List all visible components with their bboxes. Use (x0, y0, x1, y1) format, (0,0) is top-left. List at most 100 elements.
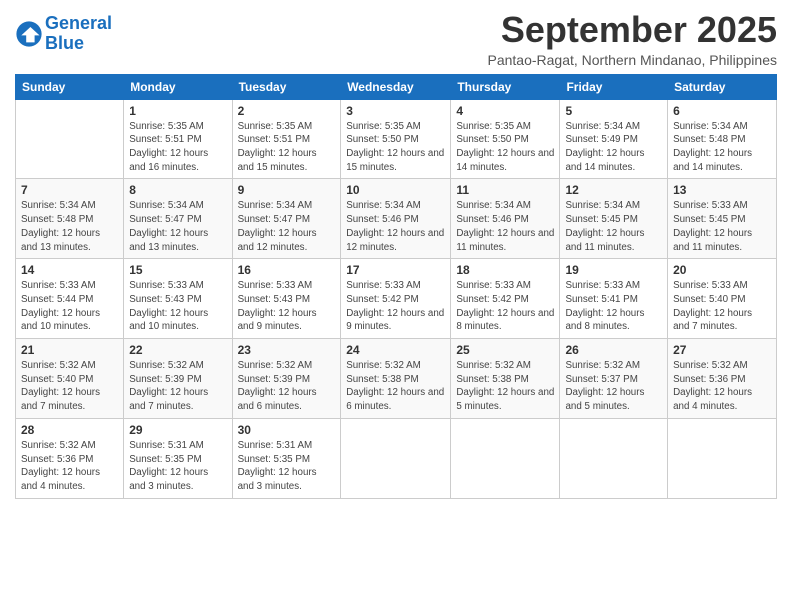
calendar-table: Sunday Monday Tuesday Wednesday Thursday… (15, 74, 777, 499)
daylight-text: Daylight: 12 hours and 15 minutes. (346, 148, 444, 173)
day-info: Sunrise: 5:32 AM Sunset: 5:40 PM Dayligh… (21, 359, 118, 414)
table-row (341, 418, 451, 498)
sunset-text: Sunset: 5:45 PM (673, 214, 745, 225)
day-number: 21 (21, 343, 118, 357)
daylight-text: Daylight: 12 hours and 4 minutes. (673, 387, 752, 412)
sunrise-text: Sunrise: 5:35 AM (346, 121, 421, 132)
day-number: 13 (673, 183, 771, 197)
logo-blue: Blue (45, 33, 84, 53)
table-row: 12 Sunrise: 5:34 AM Sunset: 5:45 PM Dayl… (560, 179, 668, 259)
day-number: 1 (129, 104, 226, 118)
day-info: Sunrise: 5:33 AM Sunset: 5:41 PM Dayligh… (565, 279, 662, 334)
sunset-text: Sunset: 5:42 PM (456, 294, 528, 305)
day-number: 26 (565, 343, 662, 357)
table-row: 7 Sunrise: 5:34 AM Sunset: 5:48 PM Dayli… (16, 179, 124, 259)
calendar-week-row: 1 Sunrise: 5:35 AM Sunset: 5:51 PM Dayli… (16, 99, 777, 179)
sunset-text: Sunset: 5:39 PM (238, 374, 310, 385)
day-info: Sunrise: 5:33 AM Sunset: 5:42 PM Dayligh… (346, 279, 445, 334)
day-number: 9 (238, 183, 336, 197)
sunrise-text: Sunrise: 5:32 AM (346, 360, 421, 371)
day-number: 2 (238, 104, 336, 118)
sunset-text: Sunset: 5:50 PM (346, 134, 418, 145)
day-info: Sunrise: 5:35 AM Sunset: 5:50 PM Dayligh… (346, 120, 445, 175)
sunrise-text: Sunrise: 5:34 AM (21, 200, 96, 211)
sunrise-text: Sunrise: 5:32 AM (565, 360, 640, 371)
sunrise-text: Sunrise: 5:32 AM (21, 440, 96, 451)
table-row: 20 Sunrise: 5:33 AM Sunset: 5:40 PM Dayl… (668, 259, 777, 339)
day-number: 29 (129, 423, 226, 437)
day-info: Sunrise: 5:32 AM Sunset: 5:36 PM Dayligh… (21, 439, 118, 494)
logo: General Blue (15, 14, 112, 54)
day-info: Sunrise: 5:32 AM Sunset: 5:38 PM Dayligh… (346, 359, 445, 414)
daylight-text: Daylight: 12 hours and 16 minutes. (129, 148, 208, 173)
header-saturday: Saturday (668, 74, 777, 99)
sunrise-text: Sunrise: 5:32 AM (238, 360, 313, 371)
table-row: 11 Sunrise: 5:34 AM Sunset: 5:46 PM Dayl… (451, 179, 560, 259)
calendar-week-row: 21 Sunrise: 5:32 AM Sunset: 5:40 PM Dayl… (16, 339, 777, 419)
sunrise-text: Sunrise: 5:32 AM (673, 360, 748, 371)
day-number: 11 (456, 183, 554, 197)
sunset-text: Sunset: 5:42 PM (346, 294, 418, 305)
table-row: 14 Sunrise: 5:33 AM Sunset: 5:44 PM Dayl… (16, 259, 124, 339)
sunset-text: Sunset: 5:38 PM (456, 374, 528, 385)
table-row: 13 Sunrise: 5:33 AM Sunset: 5:45 PM Dayl… (668, 179, 777, 259)
sunrise-text: Sunrise: 5:33 AM (21, 280, 96, 291)
sunrise-text: Sunrise: 5:34 AM (565, 121, 640, 132)
day-info: Sunrise: 5:34 AM Sunset: 5:48 PM Dayligh… (673, 120, 771, 175)
day-info: Sunrise: 5:32 AM Sunset: 5:38 PM Dayligh… (456, 359, 554, 414)
daylight-text: Daylight: 12 hours and 4 minutes. (21, 467, 100, 492)
day-number: 15 (129, 263, 226, 277)
daylight-text: Daylight: 12 hours and 5 minutes. (456, 387, 554, 412)
daylight-text: Daylight: 12 hours and 10 minutes. (21, 308, 100, 333)
sunrise-text: Sunrise: 5:35 AM (129, 121, 204, 132)
sunset-text: Sunset: 5:36 PM (21, 454, 93, 465)
day-info: Sunrise: 5:33 AM Sunset: 5:45 PM Dayligh… (673, 199, 771, 254)
day-info: Sunrise: 5:33 AM Sunset: 5:43 PM Dayligh… (129, 279, 226, 334)
daylight-text: Daylight: 12 hours and 6 minutes. (346, 387, 444, 412)
sunrise-text: Sunrise: 5:34 AM (673, 121, 748, 132)
day-info: Sunrise: 5:35 AM Sunset: 5:51 PM Dayligh… (129, 120, 226, 175)
table-row: 2 Sunrise: 5:35 AM Sunset: 5:51 PM Dayli… (232, 99, 341, 179)
daylight-text: Daylight: 12 hours and 13 minutes. (21, 228, 100, 253)
day-number: 28 (21, 423, 118, 437)
table-row (451, 418, 560, 498)
sunrise-text: Sunrise: 5:33 AM (238, 280, 313, 291)
header-friday: Friday (560, 74, 668, 99)
sunrise-text: Sunrise: 5:32 AM (456, 360, 531, 371)
day-number: 8 (129, 183, 226, 197)
day-number: 12 (565, 183, 662, 197)
sunset-text: Sunset: 5:43 PM (129, 294, 201, 305)
day-info: Sunrise: 5:31 AM Sunset: 5:35 PM Dayligh… (238, 439, 336, 494)
sunset-text: Sunset: 5:39 PM (129, 374, 201, 385)
day-number: 4 (456, 104, 554, 118)
day-number: 16 (238, 263, 336, 277)
header-sunday: Sunday (16, 74, 124, 99)
daylight-text: Daylight: 12 hours and 9 minutes. (238, 308, 317, 333)
logo-text: General Blue (45, 14, 112, 54)
sunrise-text: Sunrise: 5:33 AM (673, 280, 748, 291)
table-row (668, 418, 777, 498)
day-info: Sunrise: 5:33 AM Sunset: 5:40 PM Dayligh… (673, 279, 771, 334)
day-info: Sunrise: 5:33 AM Sunset: 5:43 PM Dayligh… (238, 279, 336, 334)
day-info: Sunrise: 5:32 AM Sunset: 5:39 PM Dayligh… (238, 359, 336, 414)
daylight-text: Daylight: 12 hours and 15 minutes. (238, 148, 317, 173)
sunset-text: Sunset: 5:41 PM (565, 294, 637, 305)
sunset-text: Sunset: 5:45 PM (565, 214, 637, 225)
sunset-text: Sunset: 5:46 PM (456, 214, 528, 225)
daylight-text: Daylight: 12 hours and 11 minutes. (673, 228, 752, 253)
daylight-text: Daylight: 12 hours and 14 minutes. (456, 148, 554, 173)
sunrise-text: Sunrise: 5:35 AM (238, 121, 313, 132)
day-number: 6 (673, 104, 771, 118)
sunset-text: Sunset: 5:46 PM (346, 214, 418, 225)
daylight-text: Daylight: 12 hours and 11 minutes. (565, 228, 644, 253)
table-row: 25 Sunrise: 5:32 AM Sunset: 5:38 PM Dayl… (451, 339, 560, 419)
weekday-header-row: Sunday Monday Tuesday Wednesday Thursday… (16, 74, 777, 99)
sunrise-text: Sunrise: 5:34 AM (456, 200, 531, 211)
day-number: 20 (673, 263, 771, 277)
sunset-text: Sunset: 5:48 PM (21, 214, 93, 225)
table-row: 6 Sunrise: 5:34 AM Sunset: 5:48 PM Dayli… (668, 99, 777, 179)
table-row: 21 Sunrise: 5:32 AM Sunset: 5:40 PM Dayl… (16, 339, 124, 419)
sunrise-text: Sunrise: 5:33 AM (346, 280, 421, 291)
day-number: 3 (346, 104, 445, 118)
day-number: 22 (129, 343, 226, 357)
